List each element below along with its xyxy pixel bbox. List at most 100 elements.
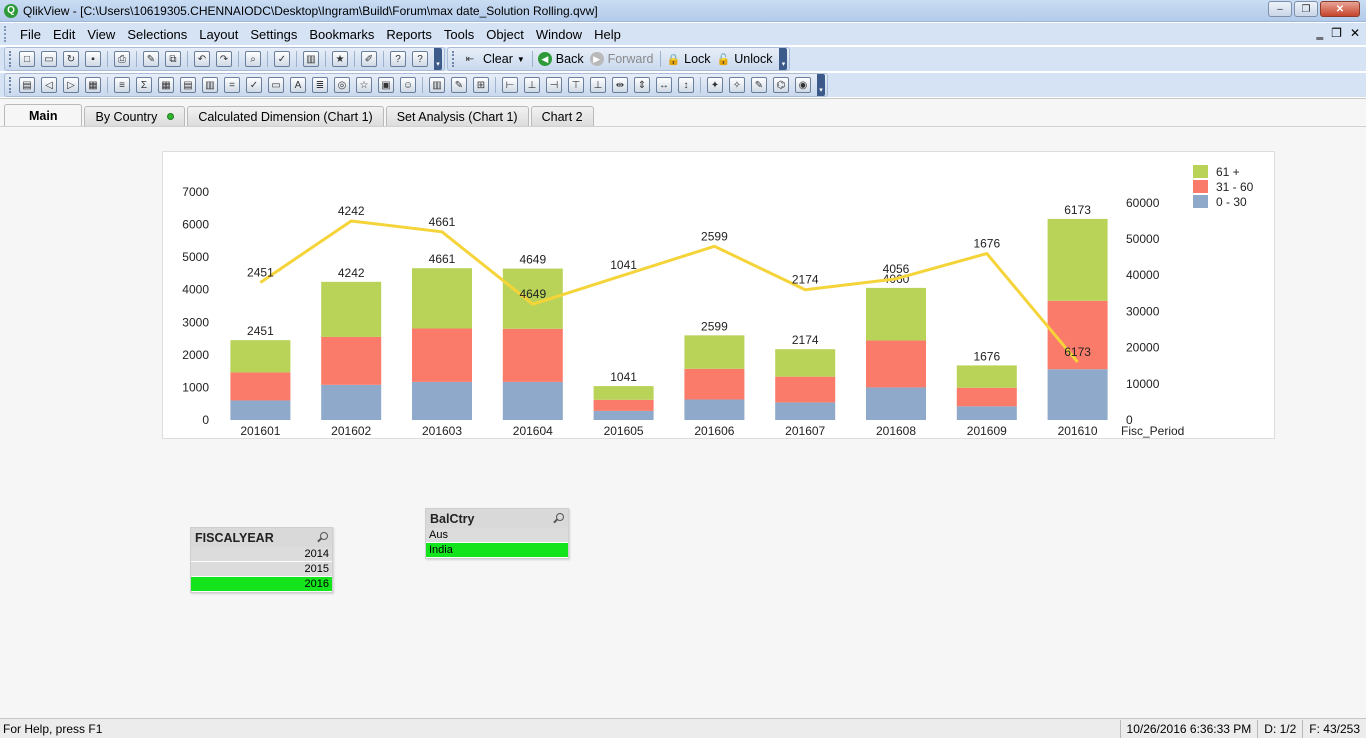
list-item[interactable]: India (426, 543, 568, 558)
menu-object[interactable]: Object (480, 27, 530, 42)
doc-minimize-icon[interactable]: ‗ (1317, 26, 1324, 40)
align-bottom-icon[interactable]: ⊥ (590, 77, 606, 93)
legend-swatch (1193, 180, 1208, 193)
tab-set-analysis[interactable]: Set Analysis (Chart 1) (385, 106, 529, 126)
search-icon[interactable] (316, 531, 328, 544)
align-right-icon[interactable]: ⊣ (546, 77, 562, 93)
toolbar-overflow-chevron[interactable]: ▾ (779, 48, 788, 70)
tab-calculated-dimension[interactable]: Calculated Dimension (Chart 1) (187, 106, 384, 126)
same-width-icon[interactable]: ↔ (656, 77, 672, 93)
align-top-icon[interactable]: ⊤ (568, 77, 584, 93)
line-arrow-icon[interactable]: ≣ (312, 77, 328, 93)
menu-window[interactable]: Window (530, 27, 588, 42)
open-folder-icon[interactable]: ▭ (41, 51, 57, 67)
toolbar-overflow-chevron[interactable]: ▾ (434, 48, 442, 70)
context-help-icon[interactable]: ? (412, 51, 428, 67)
align-left-icon[interactable]: ⊢ (502, 77, 518, 93)
reload-icon[interactable]: ↻ (63, 51, 79, 67)
list-item[interactable]: 2016 (191, 577, 332, 592)
bar-total-label: 1041 (610, 370, 637, 384)
menu-edit[interactable]: Edit (47, 27, 81, 42)
menu-view[interactable]: View (81, 27, 121, 42)
chart-icon[interactable]: ▥ (202, 77, 218, 93)
expression-overview-icon[interactable]: ◉ (795, 77, 811, 93)
bar-total-label: 4242 (338, 266, 365, 280)
x-tick-label: 201603 (422, 424, 462, 438)
back-button[interactable]: Back (556, 52, 584, 66)
list-item[interactable]: 2014 (191, 547, 332, 562)
favorites-star-icon[interactable]: ★ (332, 51, 348, 67)
same-height-icon[interactable]: ↕ (678, 77, 694, 93)
table-box-icon[interactable]: ▤ (180, 77, 196, 93)
search-object-icon[interactable]: ▣ (378, 77, 394, 93)
new-sheet-icon[interactable]: ▤ (19, 77, 35, 93)
combo-chart[interactable]: 0 1000 2000 3000 4000 5000 6000 7000 0 10000 20000… (162, 151, 1275, 439)
menu-bookmarks[interactable]: Bookmarks (303, 27, 380, 42)
sheet-properties-2-icon[interactable]: ✧ (729, 77, 745, 93)
help-icon[interactable]: ? (390, 51, 406, 67)
button-object-icon[interactable]: ▭ (268, 77, 284, 93)
toolbar-separator (238, 51, 239, 67)
balctry-listbox[interactable]: BalCtry Aus India (425, 508, 569, 559)
text-object-icon[interactable]: A (290, 77, 306, 93)
demote-sheet-icon[interactable]: ▷ (63, 77, 79, 93)
redo-icon[interactable]: ↷ (216, 51, 232, 67)
listbox-icon[interactable]: ≡ (114, 77, 130, 93)
search-icon[interactable] (552, 512, 564, 525)
tab-by-country[interactable]: By Country (84, 106, 186, 126)
undo-icon[interactable]: ↶ (194, 51, 210, 67)
multibox-icon[interactable]: ▦ (158, 77, 174, 93)
edit-script-icon[interactable]: ✎ (143, 51, 159, 67)
input-box-icon[interactable]: = (224, 77, 240, 93)
current-selections-icon[interactable]: ✓ (246, 77, 262, 93)
print-icon[interactable]: ⎙ (114, 51, 130, 67)
list-item[interactable]: 2015 (191, 562, 332, 577)
menu-reports[interactable]: Reports (380, 27, 438, 42)
menu-help[interactable]: Help (588, 27, 627, 42)
toolbar-overflow-chevron[interactable]: ▾ (817, 74, 825, 96)
container-icon[interactable]: ☺ (400, 77, 416, 93)
menu-settings[interactable]: Settings (244, 27, 303, 42)
tab-main[interactable]: Main (4, 104, 83, 126)
document-properties-icon[interactable]: ✦ (707, 77, 723, 93)
checkmark-icon[interactable]: ✓ (274, 51, 290, 67)
list-item[interactable]: Aus (426, 528, 568, 543)
clear-dropdown-icon[interactable]: ▼ (517, 55, 525, 64)
menu-layout[interactable]: Layout (193, 27, 244, 42)
menu-tools[interactable]: Tools (438, 27, 480, 42)
forward-button[interactable]: Forward (608, 52, 654, 66)
tab-chart-2[interactable]: Chart 2 (530, 106, 594, 126)
edit-module-icon[interactable]: ✐ (361, 51, 377, 67)
table-viewer-icon[interactable]: ⌬ (773, 77, 789, 93)
unlock-icon: 🔓 (716, 53, 731, 66)
format-painter-icon[interactable]: ✎ (451, 77, 467, 93)
edit-object-icon[interactable]: ✎ (751, 77, 767, 93)
statistics-box-icon[interactable]: Σ (136, 77, 152, 93)
unlock-button[interactable]: Unlock (734, 52, 772, 66)
fiscalyear-listbox[interactable]: FISCALYEAR 2014 2015 2016 (190, 527, 333, 593)
distribute-vertical-icon[interactable]: ⇕ (634, 77, 650, 93)
menu-selections[interactable]: Selections (121, 27, 193, 42)
listbox-header: FISCALYEAR (191, 528, 332, 547)
copy-icon[interactable]: ⧉ (165, 51, 181, 67)
promote-sheet-icon[interactable]: ◁ (41, 77, 57, 93)
distribute-horizontal-icon[interactable]: ⇹ (612, 77, 628, 93)
close-button[interactable]: ✕ (1320, 1, 1360, 17)
search-icon[interactable]: ⌕ (245, 51, 261, 67)
grid-icon[interactable]: ⊞ (473, 77, 489, 93)
bookmark-object-icon[interactable]: ☆ (356, 77, 372, 93)
minimize-button[interactable]: – (1268, 1, 1292, 17)
doc-restore-icon[interactable]: ❐ (1331, 26, 1342, 40)
sheet-properties-icon[interactable]: ▦ (85, 77, 101, 93)
clear-button[interactable]: Clear (483, 52, 513, 66)
new-document-icon[interactable]: □ (19, 51, 35, 67)
new-sheet-object-icon[interactable]: ▥ (303, 51, 319, 67)
doc-close-icon[interactable]: ✕ (1350, 26, 1360, 40)
quick-chart-icon[interactable]: ▥ (429, 77, 445, 93)
align-center-icon[interactable]: ⊥ (524, 77, 540, 93)
maximize-button[interactable]: ❐ (1294, 1, 1318, 17)
save-icon[interactable]: ▪ (85, 51, 101, 67)
lock-button[interactable]: Lock (684, 52, 710, 66)
menu-file[interactable]: File (14, 27, 47, 42)
slider-icon[interactable]: ◎ (334, 77, 350, 93)
